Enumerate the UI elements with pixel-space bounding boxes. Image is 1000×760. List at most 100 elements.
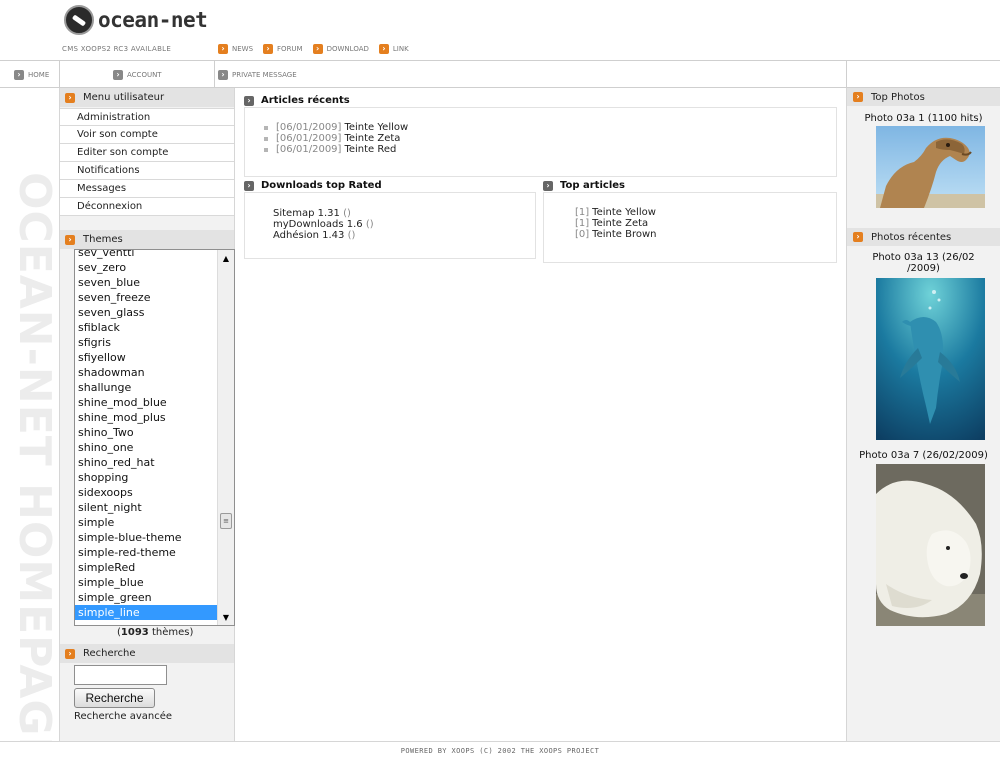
menu-item-notifications[interactable]: Notifications xyxy=(60,162,234,180)
theme-option[interactable]: simple-red-theme xyxy=(75,545,217,560)
recent-photos-header: › Photos récentes xyxy=(847,228,1000,246)
dolphin-photo-icon[interactable] xyxy=(876,278,985,440)
photo-caption[interactable]: Photo 03a 7 (26/02/2009) xyxy=(847,450,1000,461)
site-header: ocean-net CMS XOOPS2 RC3 AVAILABLE › NEWS… xyxy=(0,0,1000,60)
orange-arrow-icon: › xyxy=(65,234,75,245)
advanced-search-link[interactable]: Recherche avancée xyxy=(74,711,234,722)
menu-item-administration[interactable]: Administration xyxy=(60,108,234,126)
top-photos-header: › Top Photos xyxy=(847,88,1000,106)
search-input[interactable] xyxy=(74,665,167,685)
camel-photo-icon[interactable] xyxy=(876,126,985,208)
menu-item-messages[interactable]: Messages xyxy=(60,180,234,198)
theme-option[interactable]: silent_night xyxy=(75,500,217,515)
theme-option[interactable]: simple_green xyxy=(75,590,217,605)
top-articles-title: › Top articles xyxy=(543,179,837,192)
nav-download[interactable]: › DOWNLOAD xyxy=(312,44,369,54)
theme-option[interactable]: simpleRed xyxy=(75,560,217,575)
theme-option[interactable]: shine_mod_blue xyxy=(75,395,217,410)
list-item[interactable]: [1] Teinte Yellow xyxy=(575,207,836,218)
orange-arrow-icon: › xyxy=(218,44,228,54)
downloads-top-rated-block: › Downloads top Rated Sitemap 1.31 () my… xyxy=(244,179,536,259)
theme-option[interactable]: seven_freeze xyxy=(75,290,217,305)
subnav-account[interactable]: › ACCOUNT xyxy=(60,61,215,88)
nav-forum[interactable]: › FORUM xyxy=(263,44,303,54)
themes-scrollbar[interactable]: ▲ ≡ ▼ xyxy=(217,250,234,625)
right-sidebar: › Top Photos Photo 03a 1 (1100 hits) › P… xyxy=(846,88,1000,741)
logo-disc-icon xyxy=(64,5,94,35)
themes-header: › Themes xyxy=(60,230,234,249)
orange-arrow-icon: › xyxy=(263,44,274,54)
gray-arrow-icon: › xyxy=(543,180,553,191)
downloads-title: › Downloads top Rated xyxy=(244,179,536,192)
theme-option[interactable]: sfigris xyxy=(75,335,217,350)
scroll-thumb[interactable]: ≡ xyxy=(220,513,232,529)
themes-count: (1093 thèmes) xyxy=(117,627,194,638)
top-nav: › NEWS › FORUM › DOWNLOAD › LINK xyxy=(218,44,409,54)
theme-option[interactable]: simple xyxy=(75,515,217,530)
gray-arrow-icon: › xyxy=(244,95,254,106)
theme-option[interactable]: sidexoops xyxy=(75,485,217,500)
list-item[interactable]: [06/01/2009] Teinte Zeta xyxy=(264,133,836,144)
list-item[interactable]: [06/01/2009] Teinte Yellow xyxy=(264,122,836,133)
menu-item-logout[interactable]: Déconnexion xyxy=(60,198,234,216)
theme-option[interactable]: shine_mod_plus xyxy=(75,410,217,425)
list-item[interactable]: [06/01/2009] Teinte Red xyxy=(264,144,836,155)
theme-option[interactable]: shino_red_hat xyxy=(75,455,217,470)
menu-item-view-account[interactable]: Voir son compte xyxy=(60,126,234,144)
themes-count-suffix: thèmes xyxy=(151,627,190,638)
bullet-square-icon xyxy=(264,147,268,152)
theme-option[interactable]: sfiblack xyxy=(75,320,217,335)
logo-text: ocean-net xyxy=(98,8,208,32)
themes-listbox[interactable]: sev_ventti sev_zero seven_blue seven_fre… xyxy=(74,249,235,626)
main-content: › Articles récents [06/01/2009] Teinte Ye… xyxy=(235,88,846,741)
photo-caption[interactable]: Photo 03a 1 (1100 hits) xyxy=(847,113,1000,124)
theme-option-selected[interactable]: simple_line xyxy=(75,605,217,620)
gray-arrow-icon: › xyxy=(244,180,254,191)
scroll-up-arrow-icon[interactable]: ▲ xyxy=(218,251,234,265)
theme-option[interactable]: simple_blue xyxy=(75,575,217,590)
recent-articles-title: › Articles récents xyxy=(244,94,837,107)
bullet-square-icon xyxy=(264,125,268,130)
list-item[interactable]: [1] Teinte Zeta xyxy=(575,218,836,229)
subnav-private-message[interactable]: › PRIVATE MESSAGE xyxy=(215,61,847,88)
orange-arrow-icon: › xyxy=(65,92,75,103)
theme-option[interactable]: shino_Two xyxy=(75,425,217,440)
site-footer: POWERED BY XOOPS (C) 2002 THE XOOPS PROJ… xyxy=(0,741,1000,760)
top-articles-block: › Top articles [1] Teinte Yellow [1] Teint… xyxy=(543,179,837,263)
orange-arrow-icon: › xyxy=(853,232,863,242)
vertical-watermark-text: OCEAN-NET HOMEPAGE xyxy=(9,172,60,741)
nav-link[interactable]: › LINK xyxy=(378,44,409,54)
theme-option[interactable]: seven_glass xyxy=(75,305,217,320)
list-item[interactable]: myDownloads 1.6 () xyxy=(273,219,535,230)
theme-option[interactable]: shino_one xyxy=(75,440,217,455)
list-item[interactable]: Sitemap 1.31 () xyxy=(273,208,535,219)
nav-news[interactable]: › NEWS xyxy=(218,44,253,54)
left-decorative-strip: OCEAN-NET HOMEPAGE xyxy=(0,88,60,741)
search-header: › Recherche xyxy=(60,644,234,663)
theme-option[interactable]: shopping xyxy=(75,470,217,485)
orange-arrow-icon: › xyxy=(378,44,389,54)
site-logo[interactable]: ocean-net xyxy=(64,4,208,36)
recent-articles-block: › Articles récents [06/01/2009] Teinte Ye… xyxy=(244,94,837,177)
top-articles-list: [1] Teinte Yellow [1] Teinte Zeta [0] Teint… xyxy=(543,192,837,263)
list-item[interactable]: Adhésion 1.43 () xyxy=(273,230,535,241)
sub-nav-bar: › HOME › ACCOUNT › PRIVATE MESSAGE xyxy=(0,60,1000,88)
recent-articles-list: [06/01/2009] Teinte Yellow [06/01/2009] Te… xyxy=(244,107,837,177)
theme-option[interactable]: seven_blue xyxy=(75,275,217,290)
list-item[interactable]: [0] Teinte Brown xyxy=(575,229,836,240)
user-menu-header: › Menu utilisateur xyxy=(60,88,234,107)
theme-option[interactable]: shallunge xyxy=(75,380,217,395)
search-button[interactable]: Recherche xyxy=(74,688,155,708)
scroll-down-arrow-icon[interactable]: ▼ xyxy=(218,610,234,624)
downloads-list: Sitemap 1.31 () myDownloads 1.6 () Adhés… xyxy=(244,192,536,259)
subnav-home[interactable]: › HOME xyxy=(0,61,60,88)
polar-bear-photo-icon[interactable] xyxy=(876,464,985,626)
photo-caption[interactable]: Photo 03a 13 (26/02 /2009) xyxy=(847,252,1000,274)
theme-option[interactable]: simple-blue-theme xyxy=(75,530,217,545)
theme-option[interactable]: sev_ventti xyxy=(75,250,217,260)
theme-option[interactable]: sev_zero xyxy=(75,260,217,275)
theme-option[interactable]: sfiyellow xyxy=(75,350,217,365)
theme-option[interactable]: shadowman xyxy=(75,365,217,380)
gray-arrow-icon: › xyxy=(14,69,24,80)
menu-item-edit-account[interactable]: Editer son compte xyxy=(60,144,234,162)
